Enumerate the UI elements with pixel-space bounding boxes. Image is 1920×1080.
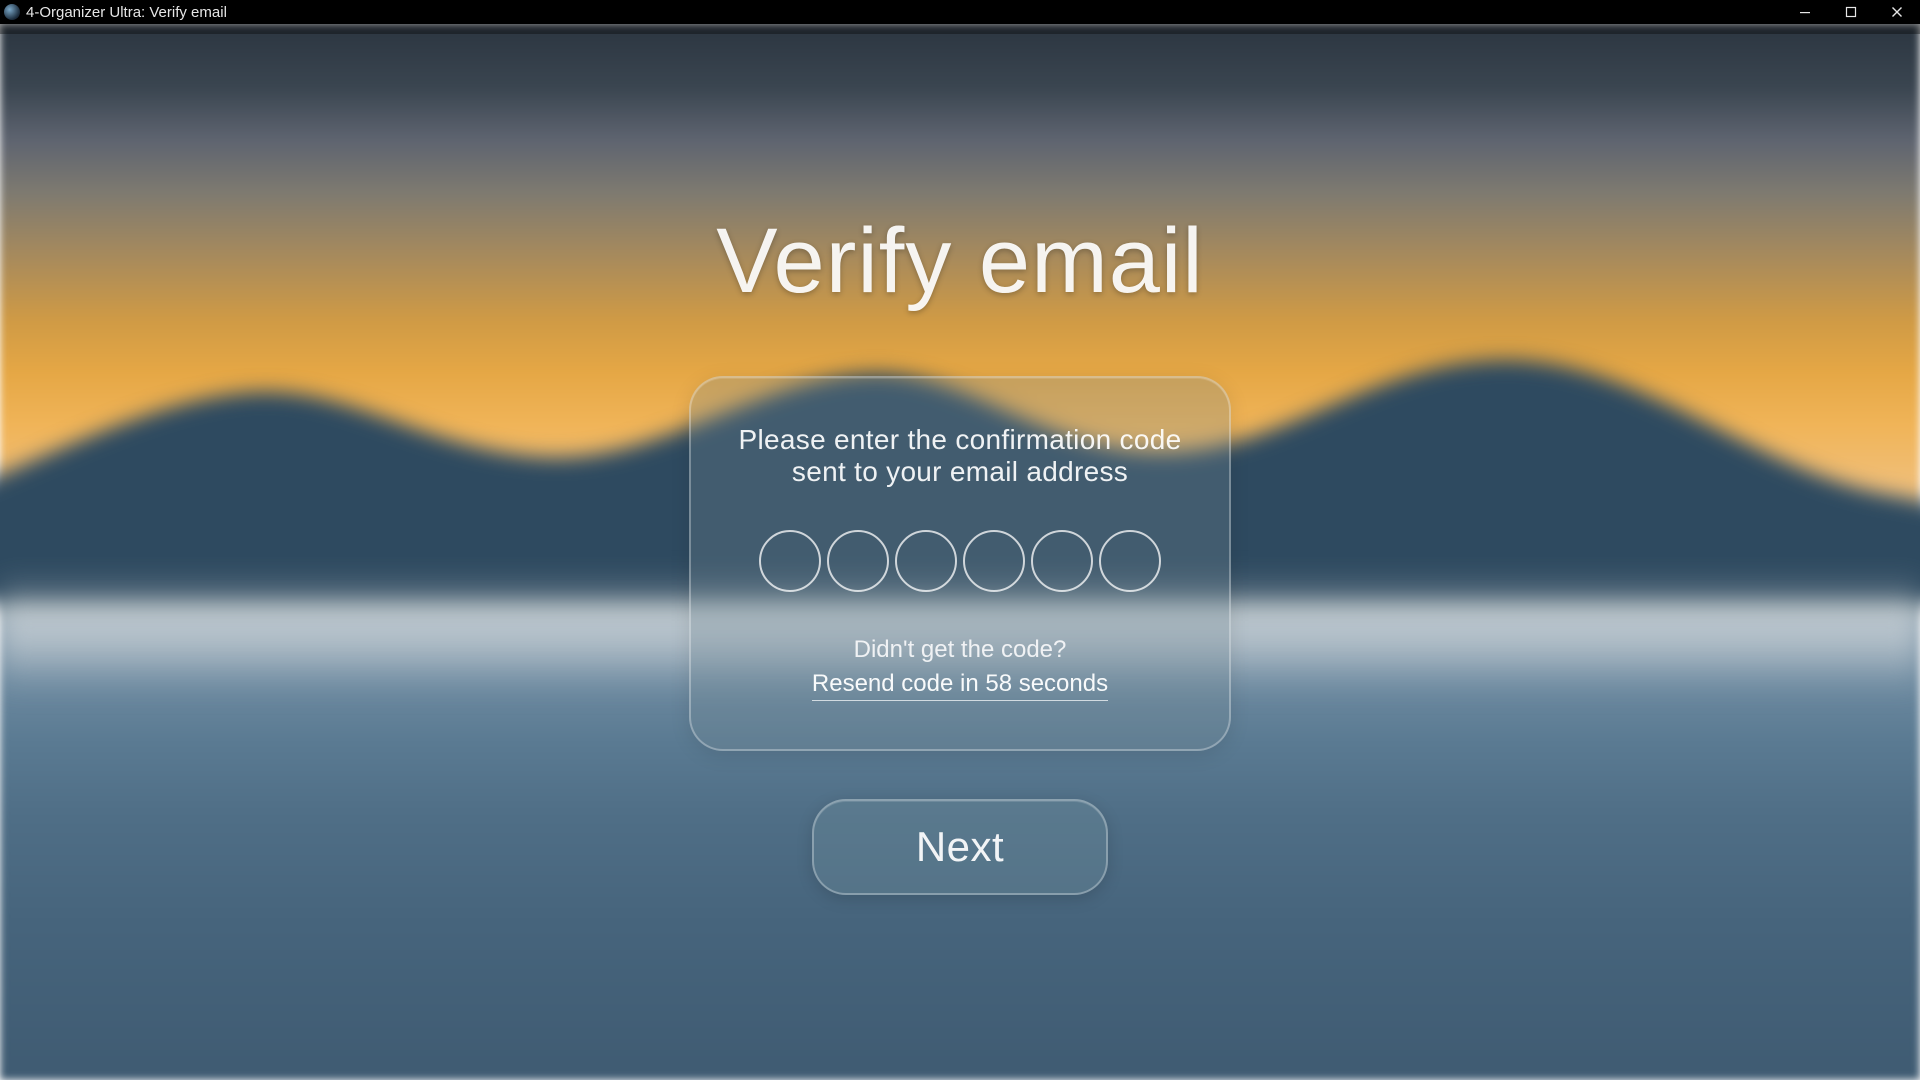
code-digit-2[interactable] bbox=[827, 530, 889, 592]
window-title: 4-Organizer Ultra: Verify email bbox=[26, 4, 227, 21]
instruction-text: Please enter the confirmation code sent … bbox=[729, 424, 1191, 488]
stage: Verify email Please enter the confirmati… bbox=[0, 24, 1920, 1080]
verify-card: Please enter the confirmation code sent … bbox=[689, 376, 1231, 751]
app-icon bbox=[4, 4, 20, 20]
content: Verify email Please enter the confirmati… bbox=[0, 24, 1920, 1080]
resend-code-link[interactable]: Resend code in 58 seconds bbox=[812, 670, 1108, 701]
didnt-get-code-label: Didn't get the code? bbox=[729, 636, 1191, 664]
maximize-icon bbox=[1845, 6, 1857, 18]
close-button[interactable] bbox=[1874, 0, 1920, 24]
instruction-line-1: Please enter the confirmation code bbox=[739, 424, 1182, 455]
close-icon bbox=[1891, 6, 1903, 18]
code-digit-4[interactable] bbox=[963, 530, 1025, 592]
code-digit-6[interactable] bbox=[1099, 530, 1161, 592]
instruction-line-2: sent to your email address bbox=[792, 456, 1128, 487]
minimize-button[interactable] bbox=[1782, 0, 1828, 24]
next-button[interactable]: Next bbox=[812, 799, 1108, 895]
code-digit-5[interactable] bbox=[1031, 530, 1093, 592]
window-controls bbox=[1782, 0, 1920, 24]
page-title: Verify email bbox=[716, 209, 1204, 314]
window-titlebar: 4-Organizer Ultra: Verify email bbox=[0, 0, 1920, 24]
maximize-button[interactable] bbox=[1828, 0, 1874, 24]
code-digit-3[interactable] bbox=[895, 530, 957, 592]
minimize-icon bbox=[1799, 6, 1811, 18]
code-input-row bbox=[729, 530, 1191, 592]
code-digit-1[interactable] bbox=[759, 530, 821, 592]
